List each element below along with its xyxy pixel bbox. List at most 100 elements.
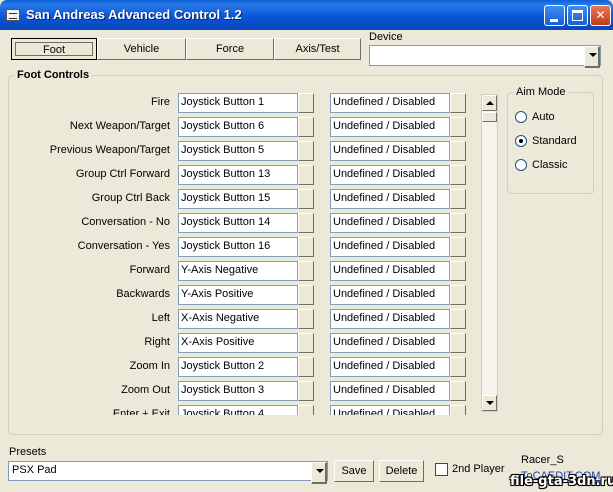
control-action-label: Zoom In xyxy=(129,360,170,372)
controls-scrollbar[interactable] xyxy=(481,94,498,412)
control-secondary-field[interactable]: Undefined / Disabled xyxy=(330,405,450,415)
device-label: Device xyxy=(369,31,403,43)
control-secondary-button[interactable] xyxy=(450,165,466,185)
scroll-thumb[interactable] xyxy=(482,112,497,122)
close-icon: ✕ xyxy=(595,8,606,22)
title-bar[interactable]: San Andreas Advanced Control 1.2 ✕ xyxy=(0,0,613,30)
maximize-button[interactable] xyxy=(567,5,588,26)
minimize-button[interactable] xyxy=(544,5,565,26)
control-binding-field[interactable]: Y-Axis Negative xyxy=(178,261,298,281)
control-binding-button[interactable] xyxy=(298,237,314,257)
control-binding-button[interactable] xyxy=(298,165,314,185)
control-secondary-field[interactable]: Undefined / Disabled xyxy=(330,285,450,305)
control-action-label: Right xyxy=(144,336,170,348)
device-select[interactable] xyxy=(369,45,601,68)
controls-list: Fire Joystick Button 1 Undefined / Disable… xyxy=(10,90,480,415)
aim-standard-label: Standard xyxy=(532,135,577,147)
control-action-label: Group Ctrl Back xyxy=(91,192,170,204)
control-secondary-field[interactable]: Undefined / Disabled xyxy=(330,309,450,329)
control-secondary-field[interactable]: Undefined / Disabled xyxy=(330,261,450,281)
control-secondary-field[interactable]: Undefined / Disabled xyxy=(330,165,450,185)
control-secondary-field[interactable]: Undefined / Disabled xyxy=(330,117,450,137)
presets-dropdown-button[interactable] xyxy=(311,462,327,484)
control-binding-field[interactable]: Y-Axis Positive xyxy=(178,285,298,305)
control-secondary-button[interactable] xyxy=(450,405,466,415)
control-binding-button[interactable] xyxy=(298,309,314,329)
control-secondary-button[interactable] xyxy=(450,381,466,401)
control-binding-button[interactable] xyxy=(298,333,314,353)
control-secondary-field[interactable]: Undefined / Disabled xyxy=(330,213,450,233)
control-secondary-field[interactable]: Undefined / Disabled xyxy=(330,141,450,161)
control-secondary-field[interactable]: Undefined / Disabled xyxy=(330,189,450,209)
control-action-label: Forward xyxy=(129,264,170,276)
control-binding-button[interactable] xyxy=(298,285,314,305)
control-secondary-button[interactable] xyxy=(450,237,466,257)
second-player-label: 2nd Player xyxy=(452,463,505,475)
presets-select[interactable]: PSX Pad xyxy=(8,461,328,484)
save-preset-button[interactable]: Save xyxy=(334,460,374,482)
control-secondary-button[interactable] xyxy=(450,333,466,353)
delete-button-label: Delete xyxy=(385,465,418,477)
control-binding-field[interactable]: Joystick Button 14 xyxy=(178,213,298,233)
control-secondary-button[interactable] xyxy=(450,309,466,329)
author-credit: Racer_S xyxy=(521,454,564,466)
control-binding-field[interactable]: X-Axis Negative xyxy=(178,309,298,329)
tab-axis-test[interactable]: Axis/Test xyxy=(274,38,361,60)
tab-vehicle-label: Vehicle xyxy=(123,43,160,55)
app-window: San Andreas Advanced Control 1.2 ✕ Foot … xyxy=(0,0,613,492)
control-binding-button[interactable] xyxy=(298,141,314,161)
control-binding-field[interactable]: Joystick Button 3 xyxy=(178,381,298,401)
control-binding-button[interactable] xyxy=(298,357,314,377)
control-binding-button[interactable] xyxy=(298,381,314,401)
tab-foot[interactable]: Foot xyxy=(11,38,97,60)
control-secondary-button[interactable] xyxy=(450,117,466,137)
control-secondary-field[interactable]: Undefined / Disabled xyxy=(330,333,450,353)
control-binding-field[interactable]: Joystick Button 13 xyxy=(178,165,298,185)
control-binding-button[interactable] xyxy=(298,117,314,137)
device-dropdown-button[interactable] xyxy=(584,46,600,68)
control-secondary-field[interactable]: Undefined / Disabled xyxy=(330,357,450,377)
control-binding-field[interactable]: Joystick Button 5 xyxy=(178,141,298,161)
aim-auto-radio[interactable] xyxy=(515,111,527,123)
tab-force[interactable]: Force xyxy=(186,38,274,60)
control-binding-field[interactable]: Joystick Button 6 xyxy=(178,117,298,137)
chevron-down-icon xyxy=(486,401,494,405)
aim-classic-label: Classic xyxy=(532,159,568,171)
control-binding-field[interactable]: Joystick Button 16 xyxy=(178,237,298,257)
aim-classic-radio[interactable] xyxy=(515,159,527,171)
control-binding-field[interactable]: Joystick Button 1 xyxy=(178,93,298,113)
delete-preset-button[interactable]: Delete xyxy=(379,460,424,482)
aim-standard-radio[interactable] xyxy=(515,135,527,147)
control-secondary-button[interactable] xyxy=(450,261,466,281)
control-secondary-button[interactable] xyxy=(450,189,466,209)
control-binding-button[interactable] xyxy=(298,405,314,415)
control-binding-field[interactable]: Joystick Button 15 xyxy=(178,189,298,209)
control-binding-field[interactable]: Joystick Button 2 xyxy=(178,357,298,377)
control-secondary-button[interactable] xyxy=(450,141,466,161)
control-secondary-field[interactable]: Undefined / Disabled xyxy=(330,381,450,401)
control-secondary-field[interactable]: Undefined / Disabled xyxy=(330,93,450,113)
aim-auto-label: Auto xyxy=(532,111,555,123)
close-button[interactable]: ✕ xyxy=(590,5,611,26)
watermark-text: file-gta-3dn.ru xyxy=(510,474,613,489)
window-title: San Andreas Advanced Control 1.2 xyxy=(26,7,242,22)
control-binding-button[interactable] xyxy=(298,261,314,281)
save-button-label: Save xyxy=(341,465,367,477)
control-secondary-button[interactable] xyxy=(450,213,466,233)
control-action-label: Conversation - No xyxy=(81,216,170,228)
tab-vehicle[interactable]: Vehicle xyxy=(97,38,186,60)
presets-value: PSX Pad xyxy=(12,464,57,476)
control-secondary-button[interactable] xyxy=(450,285,466,305)
control-secondary-button[interactable] xyxy=(450,357,466,377)
scroll-up-button[interactable] xyxy=(482,95,497,111)
control-secondary-field[interactable]: Undefined / Disabled xyxy=(330,237,450,257)
control-binding-button[interactable] xyxy=(298,93,314,113)
control-binding-button[interactable] xyxy=(298,189,314,209)
control-binding-field[interactable]: X-Axis Positive xyxy=(178,333,298,353)
control-binding-field[interactable]: Joystick Button 4 xyxy=(178,405,298,415)
second-player-checkbox[interactable] xyxy=(435,463,448,476)
scroll-down-button[interactable] xyxy=(482,395,497,411)
control-secondary-button[interactable] xyxy=(450,93,466,113)
control-binding-button[interactable] xyxy=(298,213,314,233)
chevron-up-icon xyxy=(486,101,494,105)
